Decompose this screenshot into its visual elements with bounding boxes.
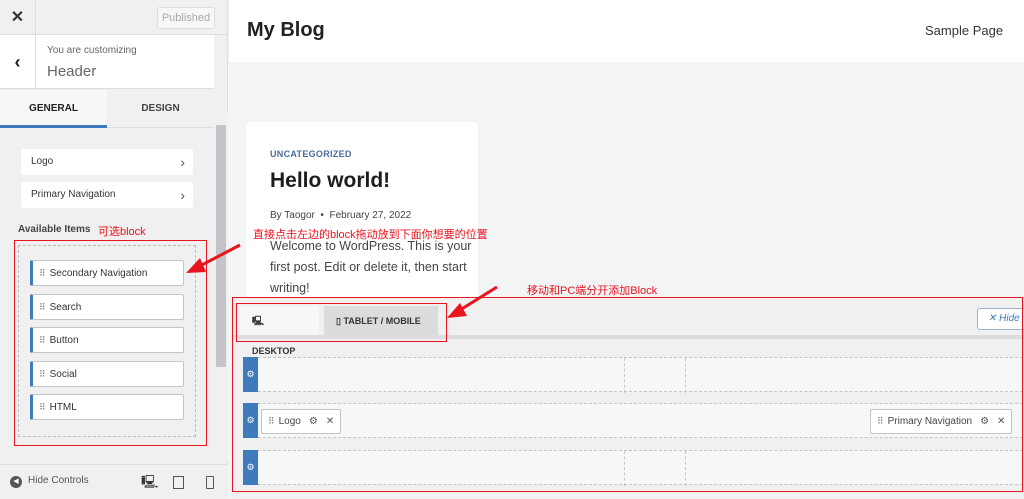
arrow-icon xyxy=(186,243,498,318)
annotation-arrows xyxy=(186,243,498,318)
